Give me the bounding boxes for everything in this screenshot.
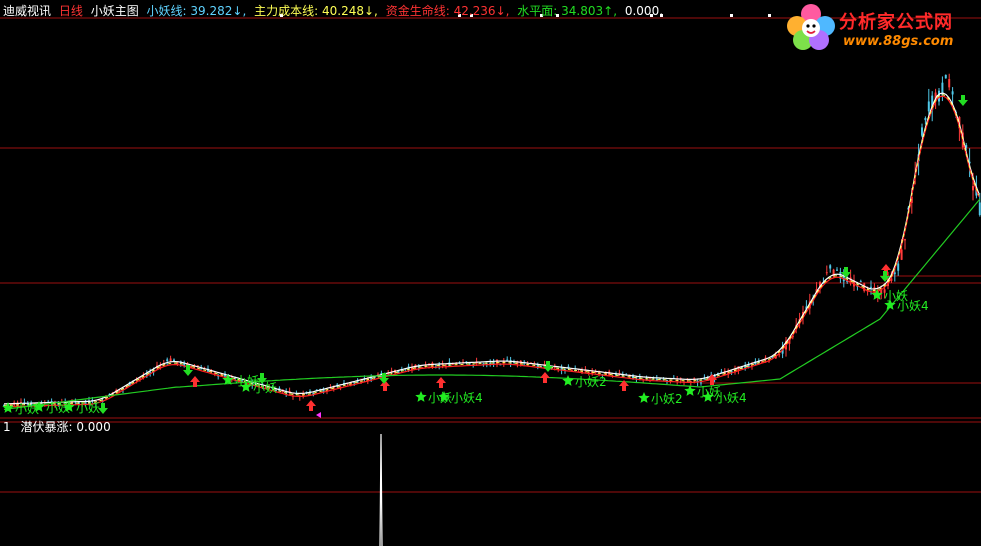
sub-panel-index: 1 [3, 420, 11, 434]
sub-indicator-value: 0.000 [76, 420, 111, 434]
candle-body [451, 364, 454, 366]
signal-star-icon [562, 375, 574, 386]
main-cost-arrow: ↓ [363, 4, 375, 18]
capital-life-arrow: ↓ [495, 4, 506, 18]
signal-label: 小妖 [253, 381, 277, 395]
water-level-label: 水平面: [517, 4, 558, 18]
signal-label: 小妖2 [651, 392, 683, 406]
logo-title: 分析家公式网 [839, 12, 953, 33]
candle-body [700, 382, 702, 384]
indicator-name[interactable]: 小妖主图 [91, 4, 139, 18]
signal-label: 小妖4 [897, 299, 929, 313]
candle-body [944, 74, 947, 79]
xiaoyao-line [3, 92, 980, 405]
software-name: 迪威视讯 [3, 4, 52, 18]
water-level-arrow: ↑ [603, 4, 614, 18]
capital-life-label: 资金生命线: [385, 4, 450, 18]
capital-life-number: 42.236 [453, 4, 496, 18]
cursor-marker-icon [316, 412, 321, 418]
signal-label: 小妖4 [451, 391, 483, 405]
candle-body [859, 281, 862, 283]
water-level-value: 水平面: 34.803↑, [517, 4, 621, 18]
water-level-number: 34.803 [561, 4, 604, 18]
down-arrow-icon [958, 95, 968, 106]
main-cost-line [3, 94, 980, 406]
site-logo: 分析家公式网 www.88gs.com [783, 2, 979, 54]
marker-dot [730, 14, 733, 17]
signal-label: 小妖 [76, 401, 100, 415]
candle-body [921, 127, 923, 136]
candle-body [972, 186, 974, 191]
signal-label: 小妖2 [575, 375, 607, 389]
indicator-header: 迪威视讯 日线 小妖主图 小妖线: 39.282↓, 主力成本线: 40.248… [3, 3, 667, 19]
candle-body [904, 239, 906, 241]
flower-logo-icon [787, 4, 835, 50]
candle-body [553, 366, 556, 368]
capital-life-line [3, 95, 980, 408]
signal-label: 小妖 [15, 402, 39, 416]
main-cost-label: 主力成本线: [254, 4, 319, 18]
candle-body [200, 368, 203, 370]
up-arrow-icon [436, 377, 446, 388]
xiaoyao-line-value: 小妖线: 39.282↓, [146, 4, 251, 18]
main-cost-line-value: 主力成本线: 40.248↓, [254, 4, 382, 18]
signal-label: 小妖 [428, 391, 452, 405]
xiaoyao-line-number: 39.282 [190, 4, 233, 18]
candle-body [948, 79, 951, 88]
stock-chart-window: 迪威视讯 日线 小妖主图 小妖线: 39.282↓, 主力成本线: 40.248… [0, 0, 981, 546]
signal-label: 小妖4 [715, 391, 747, 405]
candle-body [927, 101, 930, 112]
candle-body [893, 272, 896, 275]
candle-body [870, 286, 872, 288]
candle-body [897, 263, 900, 271]
logo-url[interactable]: www.88gs.com [843, 34, 953, 49]
candle-body [166, 359, 169, 362]
candle-body [900, 249, 903, 260]
candle-body [951, 91, 954, 95]
sub-indicator-header: 1 潜伏暴涨: 0.000 [3, 420, 111, 434]
marker-dot [768, 14, 771, 17]
up-arrow-icon [306, 400, 316, 411]
candle-body [836, 269, 838, 271]
signal-star-icon [415, 391, 427, 402]
candle-body [924, 117, 927, 121]
candle-body [829, 265, 832, 269]
xiaoyao-line-arrow: ↓ [232, 4, 243, 18]
xiaoyao-line-label: 小妖线: [146, 4, 187, 18]
candle-body [169, 358, 172, 361]
capital-life-line-value: 资金生命线: 42.236↓, [385, 4, 514, 18]
candle-body [825, 272, 828, 274]
candle-body [506, 359, 509, 361]
signal-star-icon [638, 392, 650, 403]
period-label[interactable]: 日线 [59, 4, 83, 18]
sub-indicator-label: 潜伏暴涨: [20, 420, 73, 434]
kline-chart[interactable]: 小妖 小妖 小妖小妖小妖小妖小妖4小妖2小妖2 小妖小妖4小妖小妖4 [0, 0, 981, 546]
candle-body [149, 371, 152, 373]
water-level-line [3, 198, 981, 411]
main-cost-number: 40.248 [321, 4, 364, 18]
surge-spike [379, 433, 383, 546]
up-arrow-icon [540, 372, 550, 383]
extra-value: 0.000, [624, 4, 664, 18]
